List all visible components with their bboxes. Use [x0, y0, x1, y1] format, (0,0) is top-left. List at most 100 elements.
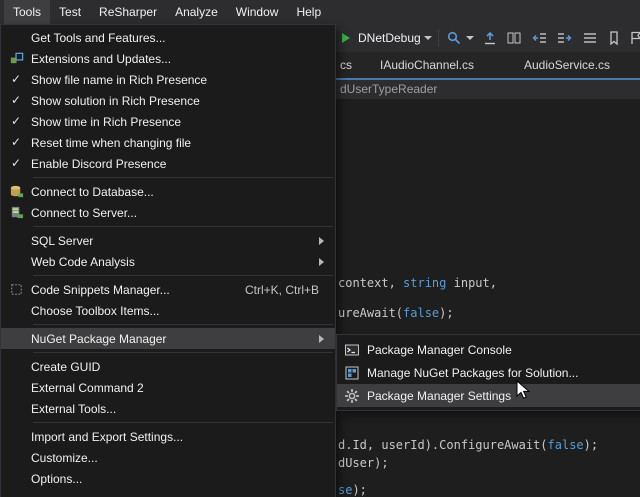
find-icon[interactable]	[446, 30, 462, 46]
server-icon	[1, 202, 31, 223]
checkmark-icon: ✓	[1, 132, 31, 153]
code-line: d.Id, userId).ConfigureAwait(false);	[338, 438, 598, 452]
database-icon	[1, 181, 31, 202]
menu-item-reset-time-when-changing-file[interactable]: ✓ Reset time when changing file	[1, 132, 335, 153]
vs-window: Tools Test ReSharper Analyze Window Help…	[0, 0, 640, 497]
menu-item-show-file-name-rich-presence[interactable]: ✓ Show file name in Rich Presence	[1, 69, 335, 90]
extensions-icon	[1, 48, 31, 69]
menu-item-web-code-analysis[interactable]: Web Code Analysis	[1, 251, 335, 272]
menu-item-label: Import and Export Settings...	[31, 430, 333, 444]
menu-item-get-tools-and-features[interactable]: Get Tools and Features...	[1, 27, 335, 48]
flag-icon[interactable]	[628, 30, 640, 46]
publish-icon[interactable]	[482, 30, 498, 46]
menu-item-extensions-and-updates[interactable]: Extensions and Updates...	[1, 48, 335, 69]
menu-separator	[33, 275, 333, 276]
menubar-item-analyze[interactable]: Analyze	[166, 0, 227, 24]
list-icon[interactable]	[582, 30, 598, 46]
menubar-item-help[interactable]: Help	[287, 0, 330, 24]
menu-item-label: SQL Server	[31, 234, 319, 248]
menu-item-label: Extensions and Updates...	[31, 52, 333, 66]
menu-item-label: Show solution in Rich Presence	[31, 94, 333, 108]
menu-item-external-tools[interactable]: External Tools...	[1, 398, 335, 419]
submenu-arrow-icon	[319, 335, 324, 343]
checkmark-icon: ✓	[1, 69, 31, 90]
menu-item-label: Get Tools and Features...	[31, 31, 333, 45]
menu-item-connect-to-database[interactable]: Connect to Database...	[1, 181, 335, 202]
split-columns-icon[interactable]	[506, 30, 522, 46]
menu-separator	[33, 226, 333, 227]
menu-item-shortcut: Ctrl+K, Ctrl+B	[245, 283, 319, 297]
tab-partial[interactable]: cs	[336, 52, 356, 78]
menu-item-label: External Tools...	[31, 402, 333, 416]
menu-item-label: Enable Discord Presence	[31, 157, 333, 171]
menu-item-external-command-2[interactable]: External Command 2	[1, 377, 335, 398]
menu-item-package-manager-console[interactable]: Package Manager Console	[337, 338, 640, 361]
menu-item-package-manager-settings[interactable]: Package Manager Settings	[337, 384, 640, 407]
menu-item-label: Connect to Database...	[31, 185, 333, 199]
menu-separator	[33, 177, 333, 178]
code-line: se);	[338, 483, 367, 497]
menu-item-connect-to-server[interactable]: Connect to Server...	[1, 202, 335, 223]
menu-bar: Tools Test ReSharper Analyze Window Help	[0, 0, 640, 24]
indent-icon[interactable]	[556, 30, 572, 46]
menu-item-label: Package Manager Settings	[367, 389, 640, 403]
menu-item-create-guid[interactable]: Create GUID	[1, 356, 335, 377]
menu-item-label: Code Snippets Manager...	[31, 283, 245, 297]
manage-packages-icon	[337, 365, 367, 381]
code-line: context, string input,	[338, 276, 497, 290]
menu-item-label: Choose Toolbox Items...	[31, 304, 333, 318]
submenu-arrow-icon	[319, 258, 324, 266]
menu-item-options[interactable]: Options...	[1, 468, 335, 489]
menu-separator	[33, 422, 333, 423]
menu-item-label: Show file name in Rich Presence	[31, 73, 333, 87]
menubar-item-tools[interactable]: Tools	[4, 0, 50, 24]
menu-item-choose-toolbox-items[interactable]: Choose Toolbox Items...	[1, 300, 335, 321]
bookmark-icon[interactable]	[606, 30, 622, 46]
debug-target-caret-icon[interactable]	[424, 36, 432, 40]
menu-item-label: Connect to Server...	[31, 206, 333, 220]
mouse-cursor-icon	[516, 380, 534, 405]
menu-item-show-time-rich-presence[interactable]: ✓ Show time in Rich Presence	[1, 111, 335, 132]
menu-item-label: Show time in Rich Presence	[31, 115, 333, 129]
navigation-type-dropdown[interactable]: dUserTypeReader	[340, 80, 437, 99]
menu-item-label: Reset time when changing file	[31, 136, 333, 150]
menu-item-customize[interactable]: Customize...	[1, 447, 335, 468]
checkmark-icon: ✓	[1, 90, 31, 111]
menubar-item-resharper[interactable]: ReSharper	[90, 0, 166, 24]
menu-separator	[33, 324, 333, 325]
menubar-item-test[interactable]: Test	[50, 0, 90, 24]
menu-item-label: NuGet Package Manager	[31, 332, 319, 346]
menu-item-sql-server[interactable]: SQL Server	[1, 230, 335, 251]
checkmark-icon: ✓	[1, 153, 31, 174]
menu-item-label: Options...	[31, 472, 333, 486]
menu-item-code-snippets-manager[interactable]: Code Snippets Manager... Ctrl+K, Ctrl+B	[1, 279, 335, 300]
menu-item-import-and-export-settings[interactable]: Import and Export Settings...	[1, 426, 335, 447]
gear-icon	[337, 388, 367, 404]
menu-item-label: Package Manager Console	[367, 343, 640, 357]
menu-item-enable-discord-presence[interactable]: ✓ Enable Discord Presence	[1, 153, 335, 174]
menu-item-label: Create GUID	[31, 360, 333, 374]
menu-item-manage-nuget-packages-for-solution[interactable]: Manage NuGet Packages for Solution...	[337, 361, 640, 384]
menu-separator	[33, 352, 333, 353]
checkmark-icon: ✓	[1, 111, 31, 132]
menu-item-label: Web Code Analysis	[31, 255, 319, 269]
menu-item-label: Manage NuGet Packages for Solution...	[367, 366, 640, 380]
code-line: dUser);	[338, 456, 389, 470]
menu-item-show-solution-rich-presence[interactable]: ✓ Show solution in Rich Presence	[1, 90, 335, 111]
tab-audioservice[interactable]: AudioService.cs	[520, 52, 614, 78]
menu-item-label: Customize...	[31, 451, 333, 465]
submenu-arrow-icon	[319, 237, 324, 245]
menubar-item-window[interactable]: Window	[227, 0, 288, 24]
find-caret-icon[interactable]	[466, 36, 474, 40]
snippets-icon	[1, 279, 31, 300]
tab-iaudiochannel[interactable]: IAudioChannel.cs	[376, 52, 478, 78]
start-debug-icon[interactable]	[342, 33, 350, 43]
menu-item-nuget-package-manager[interactable]: NuGet Package Manager	[1, 328, 335, 349]
nuget-package-manager-submenu: Package Manager Console Manage NuGet Pac…	[336, 334, 640, 411]
tools-menu: Get Tools and Features... Extensions and…	[0, 24, 336, 497]
outdent-icon[interactable]	[532, 30, 548, 46]
debug-target-selector[interactable]: DNetDebug	[358, 24, 421, 52]
toolbar-divider	[438, 29, 439, 47]
console-icon	[337, 342, 367, 358]
menu-item-label: External Command 2	[31, 381, 333, 395]
